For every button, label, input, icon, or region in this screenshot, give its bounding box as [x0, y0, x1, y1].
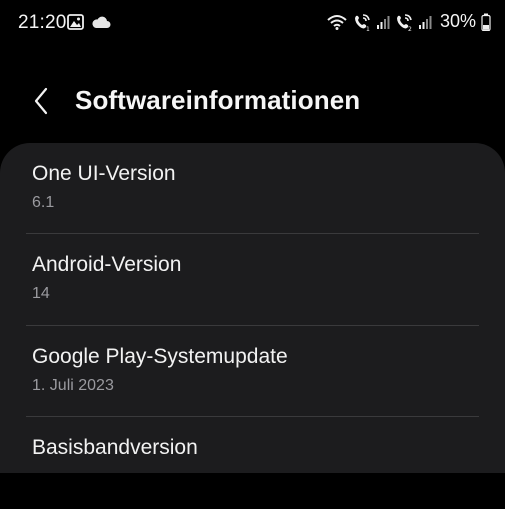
image-icon — [67, 14, 84, 30]
signal-sim1-icon — [376, 14, 390, 30]
list-item-one-ui-version[interactable]: One UI-Version 6.1 — [0, 143, 505, 235]
list-item-label: One UI-Version — [32, 162, 176, 185]
list-item-value: 1. Juli 2023 — [32, 377, 114, 394]
app-header: Softwareinformationen — [0, 74, 505, 128]
back-button[interactable] — [26, 84, 56, 118]
volte-sim2-icon: 2 — [395, 13, 413, 31]
list-item-label: Google Play-Systemupdate — [32, 345, 288, 368]
list-item-android-version[interactable]: Android-Version 14 — [0, 234, 505, 326]
status-icons: 1 2 30% — [326, 11, 491, 32]
volte-sim1-icon: 1 — [353, 13, 371, 31]
svg-text:1: 1 — [366, 26, 370, 31]
list-item-google-play-system-update[interactable]: Google Play-Systemupdate 1. Juli 2023 — [0, 326, 505, 418]
list-item-value: 6.1 — [32, 194, 55, 211]
battery-icon — [481, 13, 491, 31]
chevron-left-icon — [33, 87, 49, 115]
software-info-list: One UI-Version 6.1 Android-Version 14 Go… — [0, 143, 505, 473]
signal-sim2-icon — [418, 14, 432, 30]
wifi-calling-icon — [326, 13, 348, 31]
cloud-icon — [91, 15, 111, 29]
battery-percent: 30% — [439, 11, 476, 31]
list-item-value: 14 — [32, 285, 50, 302]
notification-icons — [67, 14, 111, 30]
list-item-label: Basisbandversion — [32, 436, 198, 459]
page-title: Softwareinformationen — [75, 85, 361, 115]
list-item-label: Android-Version — [32, 253, 182, 276]
list-item-baseband-version[interactable]: Basisbandversion — [0, 417, 505, 509]
status-bar: 21:20 1 2 30% — [0, 0, 505, 46]
status-time: 21:20 — [18, 12, 67, 33]
svg-text:2: 2 — [408, 26, 412, 31]
